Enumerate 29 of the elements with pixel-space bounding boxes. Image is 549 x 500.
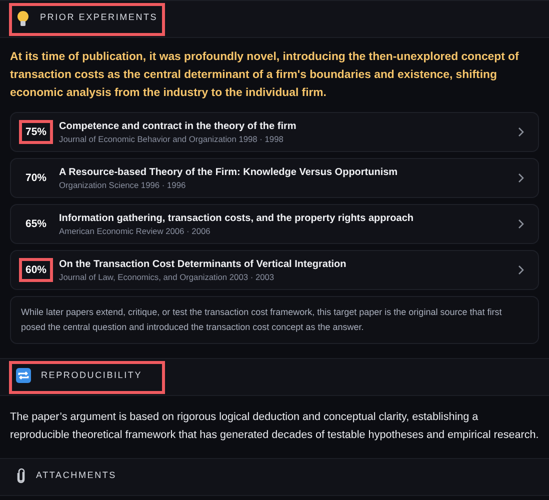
paper-title: Competence and contract in the theory of the firm	[59, 120, 298, 132]
match-score: 70%	[24, 171, 48, 186]
paper-source: Journal of Law, Economics, and Organization 2003 · 2003	[59, 270, 276, 282]
body-text: The paper’s argument is based on rigorous logical deduction and conceptual clarity, establishing a reproducible theoretical framework that has generated decades of testable hypotheses and empirical research.	[10, 410, 539, 443]
chevron-right-icon	[518, 127, 524, 137]
section-title: PRIOR EXPERIMENTS	[40, 11, 158, 24]
experiment-card[interactable]: 70% A Resource-based Theory of the Firm: Knowledge Versus Opportunism Organization Science 1996 · 1996	[10, 158, 539, 198]
match-score: 60%	[19, 258, 53, 282]
paper-title: On the Transaction Cost Determinants of Vertical Integration	[59, 258, 348, 270]
note-text: While later papers extend, critique, or test the transaction cost framework, this target paper is the original source that first posed the central question and introduced the transaction cost concept as the answer.	[10, 296, 539, 344]
section-title: ATTACHMENTS	[36, 469, 116, 482]
section-title: REPRODUCIBILITY	[41, 369, 142, 382]
paper-source: Journal of Economic Behavior and Organization 1998 · 1998	[59, 132, 284, 144]
chevron-right-icon	[518, 265, 524, 275]
chevron-right-icon	[518, 219, 524, 229]
paper-title: A Resource-based Theory of the Firm: Knowledge Versus Opportunism	[59, 166, 399, 178]
paper-source: Organization Science 1996 · 1996	[59, 178, 187, 190]
match-score: 65%	[24, 217, 48, 232]
experiment-card[interactable]: 60% On the Transaction Cost Determinants of Vertical Integration Journal of Law, Economics, and Organization 2003 · 2003	[10, 250, 539, 290]
paperclip-icon	[16, 468, 26, 484]
experiment-card[interactable]: 65% Information gathering, transaction costs, and the property rights approach American Economic Review 2006 · 2006	[10, 204, 539, 244]
match-score: 75%	[19, 120, 53, 144]
paper-source: American Economic Review 2006 · 2006	[59, 224, 212, 236]
summary-text: At its time of publication, it was profoundly novel, introducing the then-unexplored concept of transaction costs as the central determinant of a firm's boundaries and existence, shifting economic analysis from the industry to the individual firm.	[10, 50, 520, 101]
experiment-card[interactable]: 75% Competence and contract in the theory of the firm Journal of Economic Behavior and Organization 1998 · 1998	[10, 112, 539, 152]
paper-title: Information gathering, transaction costs, and the property rights approach	[59, 212, 414, 224]
repeat-icon	[16, 368, 31, 383]
lightbulb-icon	[16, 10, 30, 28]
chevron-right-icon	[518, 173, 524, 183]
